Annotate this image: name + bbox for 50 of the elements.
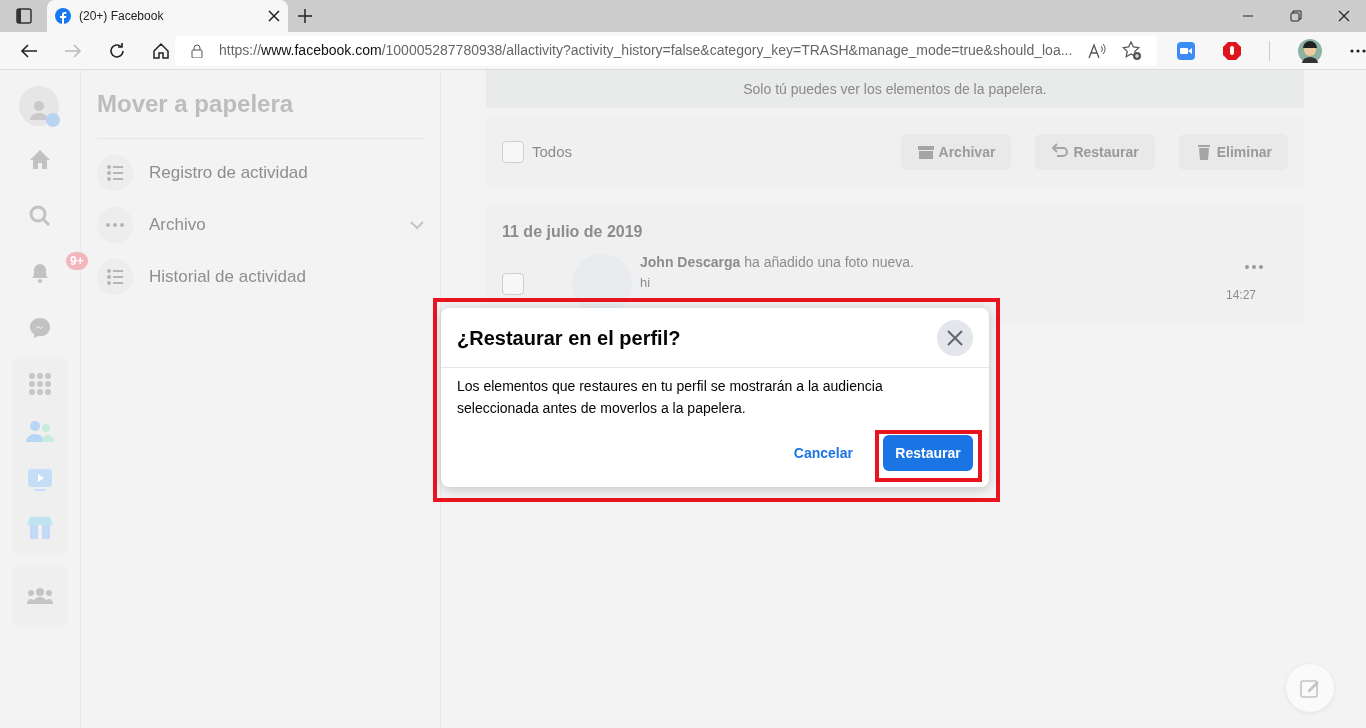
messenger-icon[interactable] [28, 316, 52, 340]
read-aloud-icon[interactable] [1088, 42, 1107, 59]
url-text: https://www.facebook.com/100005287780938/allactivity?activity_history=false&category_key=TRASH&manage_mode=true&should_loa... [219, 41, 1073, 60]
apps-grid-icon[interactable] [28, 372, 52, 396]
search-icon[interactable] [28, 204, 52, 228]
checkbox[interactable] [502, 273, 524, 295]
favorite-add-icon[interactable] [1122, 40, 1143, 61]
profile-avatar-icon[interactable] [1298, 38, 1322, 63]
dialog-title: ¿Restaurar en el perfil? [457, 325, 681, 351]
chevron-down-icon[interactable] [410, 220, 424, 230]
dialog-message: Los elementos que restaures en tu perfil se mostrarán a la audiencia seleccionada antes de moverlos a la papelera. [456, 377, 884, 418]
close-icon[interactable] [268, 10, 280, 22]
cancel-button[interactable]: Cancelar [787, 441, 859, 465]
facebook-icon [55, 8, 71, 24]
close-icon [947, 329, 963, 346]
groups-icon[interactable] [27, 588, 53, 604]
stop-hand-icon[interactable] [1223, 41, 1241, 60]
tab-title: (20+) Facebook [79, 8, 165, 25]
activity-text: John Descarga ha añadido una foto nueva. [640, 253, 915, 272]
date-heading: 11 de julio de 2019 [502, 222, 644, 242]
sidebar-item[interactable]: Historial de actividad [97, 251, 424, 303]
lock-icon [191, 43, 203, 58]
info-notice: Solo tú puedes ver los elementos de la papelera. [486, 70, 1304, 108]
archive-icon [916, 143, 935, 161]
sidebar-item[interactable]: Registro de actividad [97, 147, 424, 199]
compose-button[interactable] [1286, 664, 1334, 712]
close-button[interactable] [937, 319, 973, 356]
restore-icon[interactable] [1290, 10, 1302, 22]
forward-arrow-icon[interactable] [64, 42, 82, 59]
address-bar[interactable]: https://www.facebook.com/100005287780938/allactivity?activity_history=false&category_key=TRASH&manage_mode=true&should_loa... [175, 35, 1157, 66]
browser-tab[interactable]: (20+) Facebook [47, 0, 288, 32]
notification-badge: 9+ [66, 252, 88, 270]
new-tab-icon[interactable] [298, 9, 312, 23]
close-icon[interactable] [1338, 10, 1350, 22]
time-label: 14:27 [1225, 287, 1256, 304]
more-icon [105, 222, 125, 228]
back-arrow-icon[interactable] [20, 42, 38, 59]
refresh-icon[interactable] [108, 41, 126, 60]
more-icon[interactable] [1350, 48, 1366, 53]
restore-button[interactable]: Restaurar [883, 435, 973, 472]
checkbox[interactable] [502, 141, 524, 163]
tab-actions-icon[interactable] [15, 8, 32, 24]
video-camera-icon[interactable] [1177, 41, 1195, 60]
edit-icon [1300, 678, 1320, 698]
sidebar-item[interactable]: Archivo [97, 199, 424, 251]
list-icon [105, 267, 125, 287]
home-icon[interactable] [152, 41, 170, 60]
list-icon [105, 163, 125, 183]
select-all-label: Todos [532, 141, 574, 162]
activity-caption: hi [640, 274, 652, 292]
